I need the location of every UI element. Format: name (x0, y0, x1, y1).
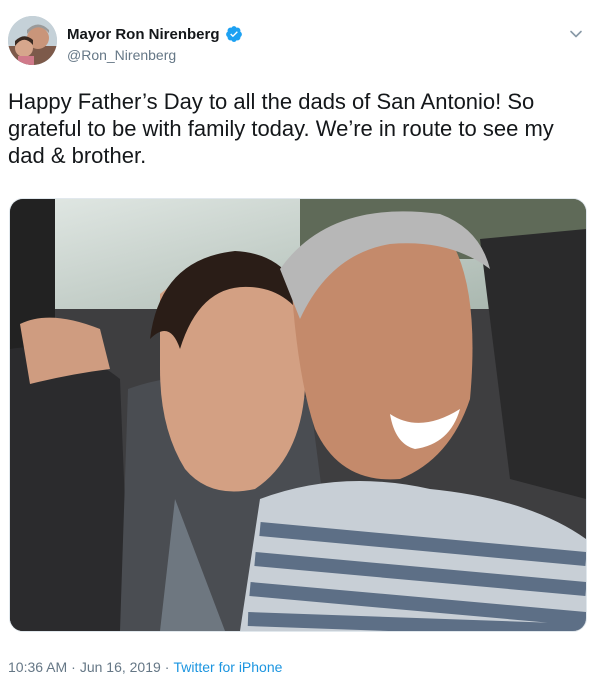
tweet-header: Mayor Ron Nirenberg @Ron_Nirenberg (8, 16, 586, 68)
tweet-text: Happy Father’s Day to all the dads of Sa… (8, 89, 554, 168)
user-handle[interactable]: @Ron_Nirenberg (67, 47, 243, 63)
meta-separator: · (71, 659, 76, 675)
tweet-date[interactable]: Jun 16, 2019 (80, 659, 161, 675)
tweet-photo[interactable] (9, 198, 587, 632)
verified-badge-icon (225, 25, 243, 43)
display-name[interactable]: Mayor Ron Nirenberg (67, 26, 220, 43)
avatar[interactable] (8, 16, 57, 65)
tweet-source-link[interactable]: Twitter for iPhone (173, 659, 282, 675)
tweet-meta: 10:36 AM · Jun 16, 2019 · Twitter for iP… (8, 659, 282, 675)
meta-separator: · (164, 659, 170, 675)
tweet-time[interactable]: 10:36 AM (8, 659, 67, 675)
chevron-down-icon[interactable] (566, 24, 586, 44)
